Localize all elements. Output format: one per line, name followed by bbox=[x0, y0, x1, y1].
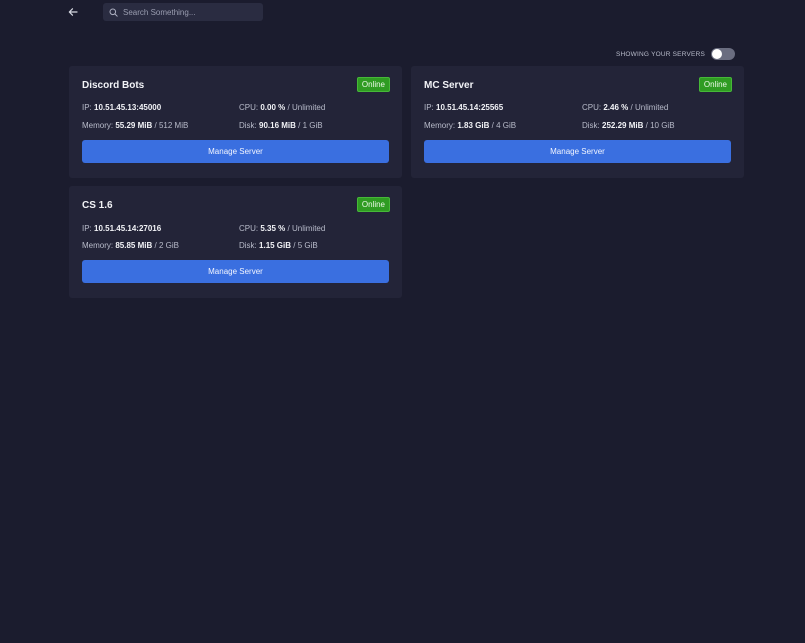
manage-server-button[interactable]: Manage Server bbox=[82, 260, 389, 283]
server-name: MC Server bbox=[424, 80, 474, 91]
toggle-knob bbox=[712, 49, 722, 59]
server-card: CS 1.6 Online IP: 10.51.45.14:27016 CPU:… bbox=[69, 186, 402, 298]
manage-server-button[interactable]: Manage Server bbox=[82, 140, 389, 163]
server-card: MC Server Online IP: 10.51.45.14:25565 C… bbox=[411, 66, 744, 178]
server-ip: IP: 10.51.45.14:27016 bbox=[82, 224, 162, 233]
top-bar bbox=[0, 0, 805, 26]
back-arrow-icon[interactable] bbox=[66, 5, 80, 19]
server-cpu: CPU: 2.46 % / Unlimited bbox=[582, 103, 669, 112]
server-memory: Memory: 55.29 MiB / 512 MiB bbox=[82, 121, 189, 130]
server-name: CS 1.6 bbox=[82, 200, 113, 211]
server-cpu: CPU: 0.00 % / Unlimited bbox=[239, 103, 326, 112]
server-disk: Disk: 252.29 MiB / 10 GiB bbox=[582, 121, 675, 130]
show-servers-toggle-row: SHOWING YOUR SERVERS bbox=[616, 48, 735, 60]
server-ip: IP: 10.51.45.14:25565 bbox=[424, 103, 504, 112]
show-servers-toggle[interactable] bbox=[711, 48, 735, 60]
search-box[interactable] bbox=[103, 3, 263, 21]
server-card: Discord Bots Online IP: 10.51.45.13:4500… bbox=[69, 66, 402, 178]
search-input[interactable] bbox=[123, 7, 253, 17]
server-disk: Disk: 90.16 MiB / 1 GiB bbox=[239, 121, 323, 130]
server-cpu: CPU: 5.35 % / Unlimited bbox=[239, 224, 326, 233]
status-badge: Online bbox=[698, 77, 732, 92]
toggle-label: SHOWING YOUR SERVERS bbox=[616, 50, 705, 58]
server-disk: Disk: 1.15 GiB / 5 GiB bbox=[239, 241, 318, 250]
manage-server-button[interactable]: Manage Server bbox=[424, 140, 731, 163]
server-name: Discord Bots bbox=[82, 80, 145, 91]
server-ip: IP: 10.51.45.13:45000 bbox=[82, 103, 162, 112]
server-memory: Memory: 85.85 MiB / 2 GiB bbox=[82, 241, 179, 250]
server-memory: Memory: 1.83 GiB / 4 GiB bbox=[424, 121, 517, 130]
status-badge: Online bbox=[356, 197, 390, 212]
search-icon bbox=[109, 8, 118, 17]
status-badge: Online bbox=[356, 77, 390, 92]
